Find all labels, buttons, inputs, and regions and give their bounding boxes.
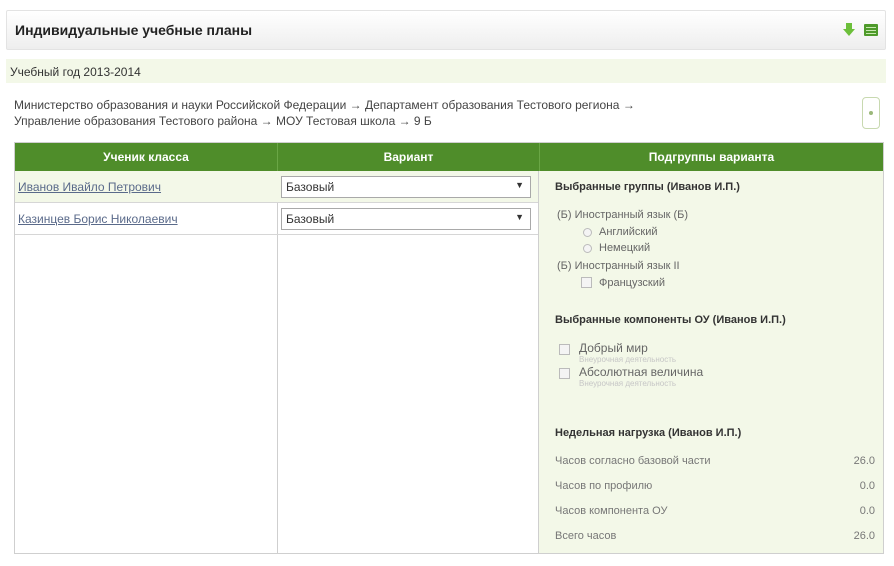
- load-value: 26.0: [853, 455, 875, 467]
- load-value: 0.0: [859, 505, 875, 517]
- component-label: Абсолютная величина: [579, 365, 704, 379]
- variant-select-value: Базовый: [286, 212, 335, 226]
- column-header-variant: Вариант: [277, 143, 539, 171]
- collapse-icon[interactable]: [862, 97, 880, 129]
- checkbox-component[interactable]: [559, 368, 570, 379]
- load-label: Всего часов: [555, 530, 617, 542]
- student-link[interactable]: Иванов Ивайло Петрович: [18, 180, 161, 194]
- plans-table: Ученик класса Вариант Подгруппы варианта…: [14, 142, 884, 554]
- column-header-subgroups: Подгруппы варианта: [539, 143, 883, 171]
- radio-german[interactable]: [583, 244, 592, 253]
- checkbox-component[interactable]: [559, 344, 570, 355]
- load-value: 0.0: [859, 480, 875, 492]
- radio-english[interactable]: [583, 228, 592, 237]
- component-note: Внеурочная деятельность: [579, 355, 677, 364]
- group-label: (Б) Иностранный язык II: [557, 260, 680, 272]
- option-label: Немецкий: [599, 242, 651, 254]
- components-title: Выбранные компоненты ОУ (Иванов И.П.): [555, 314, 786, 326]
- dropdown-arrow-icon: ▼: [515, 212, 524, 222]
- selected-groups-title: Выбранные группы (Иванов И.П.): [555, 181, 740, 193]
- subgroups-panel: Выбранные группы (Иванов И.П.) (Б) Иност…: [539, 171, 883, 553]
- panel-header: Индивидуальные учебные планы: [6, 10, 886, 50]
- table-row[interactable]: Казинцев Борис Николаевич Базовый ▼: [15, 203, 538, 235]
- component-note: Внеурочная деятельность: [579, 379, 677, 388]
- excel-icon[interactable]: [863, 22, 879, 38]
- variant-select-value: Базовый: [286, 180, 335, 194]
- dropdown-arrow-icon: ▼: [515, 180, 524, 190]
- breadcrumb: Министерство образования и науки Российс…: [14, 97, 814, 129]
- load-value: 26.0: [853, 530, 875, 542]
- checkbox-french[interactable]: [581, 277, 592, 288]
- student-link[interactable]: Казинцев Борис Николаевич: [18, 212, 178, 226]
- load-label: Часов согласно базовой части: [555, 455, 711, 467]
- variant-select[interactable]: Базовый ▼: [281, 208, 531, 230]
- load-label: Часов компонента ОУ: [555, 505, 668, 517]
- breadcrumb-line-2: Управление образования Тестового района …: [14, 114, 432, 128]
- download-arrow-icon[interactable]: [841, 22, 857, 38]
- page-title: Индивидуальные учебные планы: [15, 22, 253, 38]
- variant-select[interactable]: Базовый ▼: [281, 176, 531, 198]
- table-row[interactable]: Иванов Ивайло Петрович Базовый ▼: [15, 171, 538, 203]
- column-header-student: Ученик класса: [15, 143, 277, 171]
- load-label: Часов по профилю: [555, 480, 653, 492]
- option-label: Французский: [599, 277, 665, 289]
- breadcrumb-line-1: Министерство образования и науки Российс…: [14, 98, 635, 112]
- group-label: (Б) Иностранный язык (Б): [557, 209, 689, 221]
- school-year-bar: Учебный год 2013-2014: [6, 59, 886, 83]
- weekly-load-title: Недельная нагрузка (Иванов И.П.): [555, 427, 742, 439]
- component-label: Добрый мир: [579, 341, 648, 355]
- option-label: Английский: [599, 226, 658, 238]
